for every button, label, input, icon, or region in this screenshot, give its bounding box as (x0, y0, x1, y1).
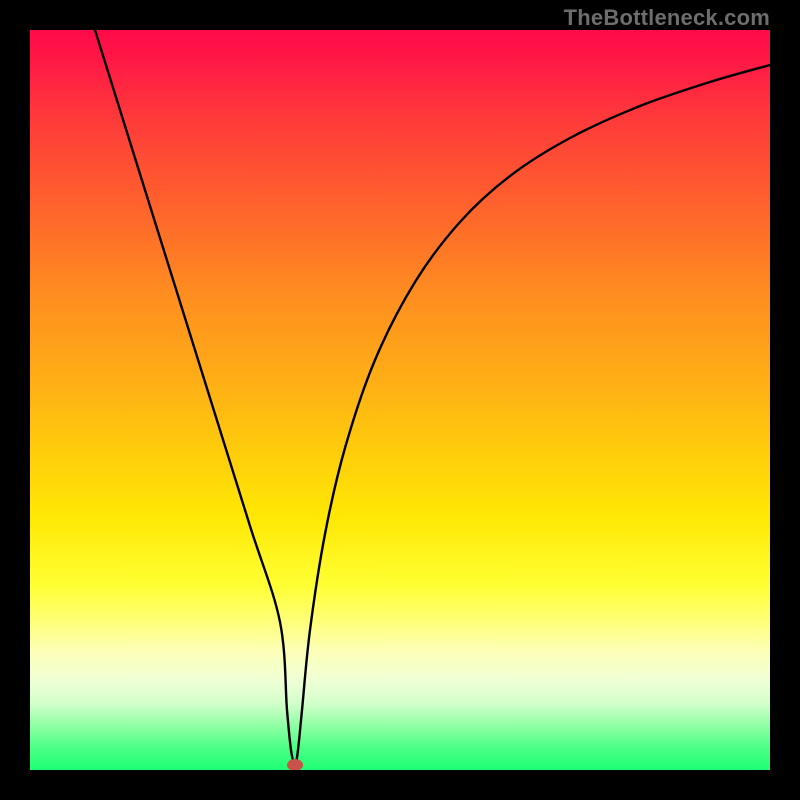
curve-layer (30, 30, 770, 770)
bottleneck-curve (95, 30, 770, 765)
minimum-marker (287, 759, 303, 770)
watermark-text: TheBottleneck.com (564, 5, 770, 31)
plot-area (30, 30, 770, 770)
chart-frame: TheBottleneck.com (0, 0, 800, 800)
